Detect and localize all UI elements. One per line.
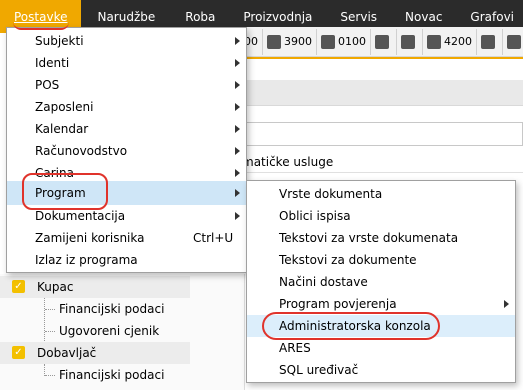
menu-item-zaposleni[interactable]: Zaposleni — [7, 96, 246, 118]
check-icon[interactable]: ✓ — [12, 346, 25, 359]
menu-item-label: Tekstovi za vrste dokumenata — [279, 231, 459, 245]
submenu-arrow-icon — [235, 103, 240, 111]
document-icon — [401, 34, 415, 49]
building-icon — [267, 34, 281, 49]
toolbar-btn-4[interactable] — [371, 28, 397, 55]
menu-item-label: Oblici ispisa — [279, 209, 351, 223]
tree-node-child[interactable]: Financijski podaci — [0, 364, 190, 386]
accent-line — [240, 57, 523, 59]
tree-node-dobavljac[interactable]: ✓ Dobavljač — [0, 342, 190, 364]
tree-node-label: Kupac — [37, 280, 74, 294]
check-icon[interactable]: ✓ — [12, 280, 25, 293]
submenu-item-nacini-dostave[interactable]: Načini dostave — [247, 271, 515, 293]
menu-item-label: Zaposleni — [35, 100, 94, 114]
download-icon — [375, 34, 389, 49]
submenu-arrow-icon — [235, 169, 240, 177]
tree-node-child[interactable]: Financijski podaci — [0, 298, 190, 320]
tree-node-kupac[interactable]: ✓ Kupac — [0, 276, 190, 298]
menu-item-label: POS — [35, 78, 60, 92]
toolbar-btn-6-label: 4200 — [444, 35, 472, 48]
toolbar: 00 3900 0100 4200 — [240, 27, 523, 57]
tree-node-child[interactable]: Ugovoreni cjenik — [0, 320, 190, 342]
menu-item-label: SQL uređivač — [279, 363, 359, 377]
menu-item-dokumentacija[interactable]: Dokumentacija — [7, 205, 246, 227]
tree-node-label: Financijski podaci — [59, 302, 165, 316]
submenu-item-administratorska-konzola[interactable]: Administratorska konzola — [247, 315, 515, 337]
menu-item-racunovodstvo[interactable]: Računovodstvo — [7, 140, 246, 162]
menu-item-label: ARES — [279, 341, 311, 355]
submenu-item-sql-uredivac[interactable]: SQL uređivač — [247, 359, 515, 381]
toolbar-btn-2[interactable]: 3900 — [263, 28, 317, 55]
tree-connector — [45, 331, 55, 332]
tree-node-label: Financijski podaci — [59, 368, 165, 382]
toolbar-btn-3-label: 0100 — [338, 35, 366, 48]
menu-item-program[interactable]: Program — [7, 181, 246, 205]
menu-item-label: Identi — [35, 56, 70, 70]
submenu-arrow-icon — [235, 81, 240, 89]
toolbar-btn-3[interactable]: 0100 — [317, 28, 371, 55]
menu-item-kalendar[interactable]: Kalendar — [7, 118, 246, 140]
tree-connector — [45, 309, 55, 310]
contacts-icon — [321, 34, 335, 49]
menu-postavke-label: Postavke — [14, 10, 68, 24]
menu-item-zamijeni-korisnika[interactable]: Zamijeni korisnika Ctrl+U — [7, 227, 246, 249]
menu-item-label: Kalendar — [35, 122, 89, 136]
menu-item-label: Zamijeni korisnika — [35, 231, 145, 245]
submenu-arrow-icon — [235, 212, 240, 220]
submenu-arrow-icon — [235, 59, 240, 67]
submenu-item-vrste-dokumenta[interactable]: Vrste dokumenta — [247, 183, 515, 205]
tree-connector — [45, 375, 55, 376]
tree-node-label: Ugovoreni cjenik — [59, 324, 160, 338]
submenu-item-tekstovi-dokumente[interactable]: Tekstovi za dokumente — [247, 249, 515, 271]
tree-node-label: Dobavljač — [37, 346, 97, 360]
printer-icon — [427, 34, 441, 49]
toolbar-btn-7[interactable] — [477, 28, 503, 55]
menu-item-izlaz[interactable]: Izlaz iz programa — [7, 249, 246, 271]
menu-item-label: Administratorska konzola — [279, 319, 431, 333]
submenu-item-ares[interactable]: ARES — [247, 337, 515, 359]
menu-item-label: Program povjerenja — [279, 297, 397, 311]
menu-item-label: Računovodstvo — [35, 144, 128, 158]
toolbar-btn-8[interactable] — [503, 29, 523, 55]
menu-item-subjekti[interactable]: Subjekti — [7, 30, 246, 52]
menu-item-label: Program — [35, 186, 86, 200]
submenu-item-oblici-ispisa[interactable]: Oblici ispisa — [247, 205, 515, 227]
submenu-item-tekstovi-vrste[interactable]: Tekstovi za vrste dokumenata — [247, 227, 515, 249]
submenu-arrow-icon — [504, 300, 509, 308]
menu-item-identi[interactable]: Identi — [7, 52, 246, 74]
menu-item-label: Subjekti — [35, 34, 84, 48]
section-header — [240, 80, 523, 106]
tree-panel: ✓ Kupac Financijski podaci Ugovoreni cje… — [0, 274, 245, 390]
user-icon — [507, 34, 521, 49]
menu-item-label: Tekstovi za dokumente — [279, 253, 417, 267]
menu-item-label: Načini dostave — [279, 275, 368, 289]
toolbar-btn-2-label: 3900 — [284, 35, 312, 48]
background-input[interactable] — [240, 122, 523, 146]
submenu-item-program-povjerenja[interactable]: Program povjerenja — [247, 293, 515, 315]
menu-item-label: Vrste dokumenta — [279, 187, 383, 201]
menu-item-label: Izlaz iz programa — [35, 253, 138, 267]
menu-item-label: Dokumentacija — [35, 209, 126, 223]
menu-item-pos[interactable]: POS — [7, 74, 246, 96]
submenu-arrow-icon — [235, 125, 240, 133]
submenu-arrow-icon — [235, 37, 240, 45]
program-submenu: Vrste dokumenta Oblici ispisa Tekstovi z… — [246, 180, 516, 383]
submenu-arrow-icon — [235, 147, 240, 155]
submenu-arrow-icon — [235, 189, 240, 197]
postavke-menu: Subjekti Identi POS Zaposleni Kalendar R… — [6, 27, 247, 273]
toolbar-btn-6[interactable]: 4200 — [423, 28, 477, 55]
background-text-field: matičke usluge — [240, 151, 523, 173]
menu-item-shortcut: Ctrl+U — [193, 231, 234, 245]
users-icon — [481, 34, 495, 49]
toolbar-btn-5[interactable] — [397, 28, 423, 55]
